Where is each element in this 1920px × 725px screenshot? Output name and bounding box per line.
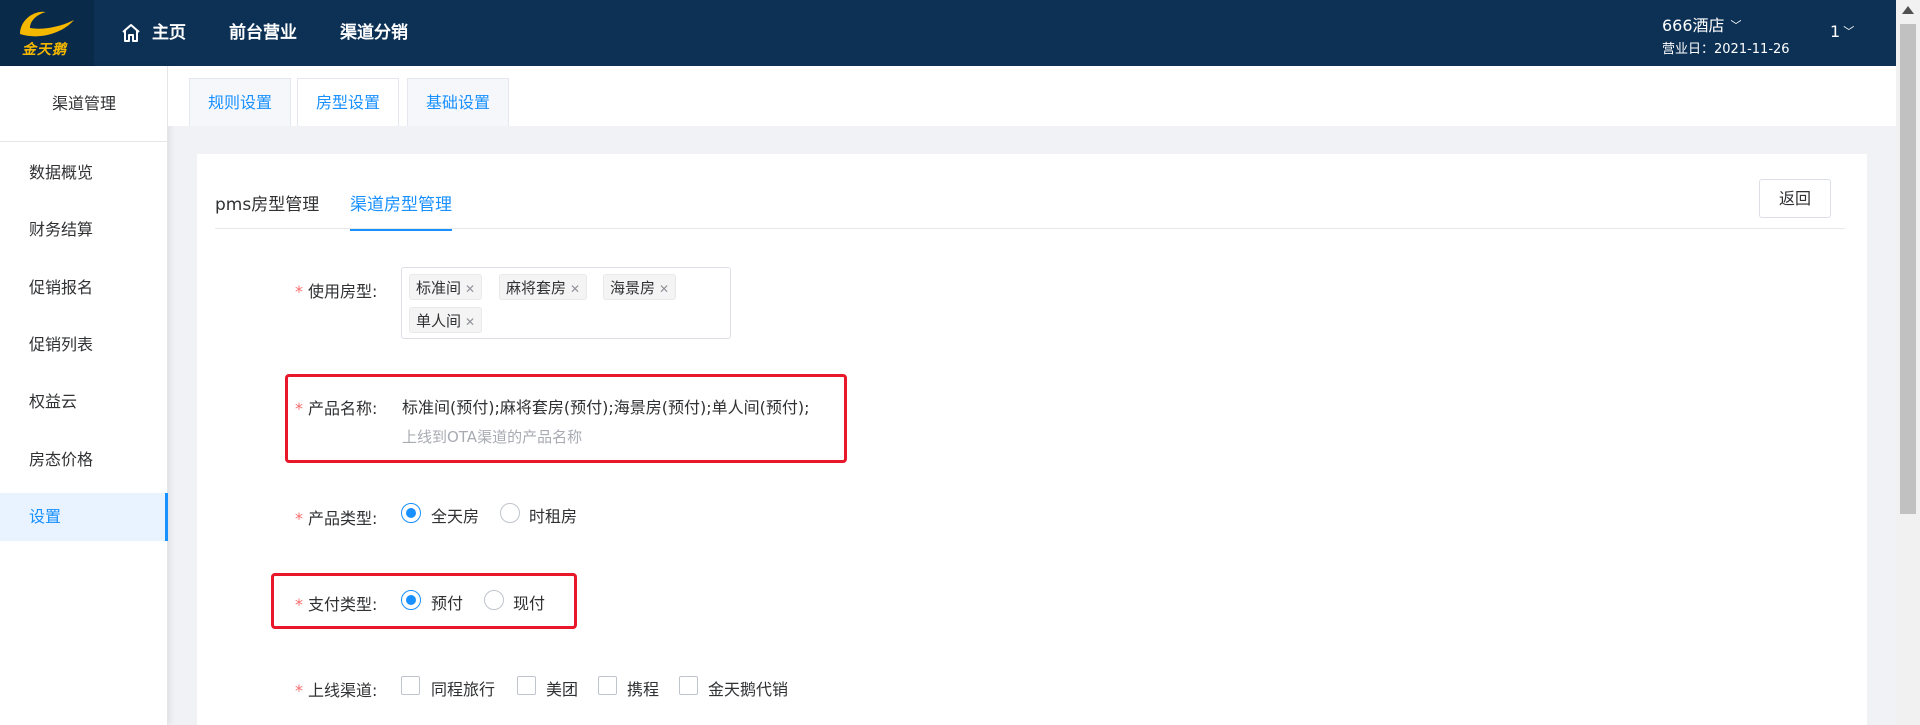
nav-home-label: 主页 [152,23,186,43]
required-asterisk: * [295,399,303,418]
room-type-tag: 麻将套房 ✕ [499,274,588,300]
checkbox-jintiane-resale[interactable] [679,676,698,695]
hotel-name: 666酒店 [1662,16,1725,35]
radio-prepay-label[interactable]: 预付 [431,590,463,614]
tab-room-type-settings[interactable]: 房型设置 [297,78,400,126]
back-button[interactable]: 返回 [1759,179,1831,218]
chevron-down-icon: ﹀ [1730,19,1742,32]
swan-logo-icon [20,11,74,37]
nav-front-desk[interactable]: 前台营业 [229,0,297,66]
channels-label: * 上线渠道: [295,677,377,701]
checkbox-meituan[interactable] [517,676,536,695]
sub-tabs: pms房型管理 渠道房型管理 [215,154,1845,231]
payment-type-label-text: 支付类型: [308,595,378,614]
checkbox-ctrip-label[interactable]: 携程 [627,676,659,700]
sidebar-item-rights-cloud[interactable]: 权益云 [0,378,168,426]
radio-hourly[interactable] [500,503,520,523]
radio-hourly-label[interactable]: 时租房 [529,503,577,527]
sidebar-item-settings[interactable]: 设置 [0,493,168,541]
room-type-tag: 海景房 ✕ [603,274,677,300]
close-icon[interactable]: ✕ [465,315,475,329]
scroll-up-arrow-icon[interactable] [1902,6,1914,14]
room-types-select[interactable]: 标准间 ✕ 麻将套房 ✕ 海景房 ✕ 单人间 ✕ [401,267,731,339]
tag-label: 标准间 [416,279,462,297]
radio-pay-at-hotel-label[interactable]: 现付 [513,590,545,614]
tab-basic-settings[interactable]: 基础设置 [407,78,510,126]
checkbox-tongcheng[interactable] [401,676,420,695]
nav-home[interactable]: 主页 [120,0,186,66]
product-name-value: 标准间(预付);麻将套房(预付);海景房(预付);单人间(预付); [402,398,810,417]
scroll-thumb[interactable] [1900,24,1916,514]
tag-label: 单人间 [416,312,462,330]
tag-label: 海景房 [610,279,656,297]
logo-text: 金天鹅 [22,42,67,58]
sidebar-item-room-price[interactable]: 房态价格 [0,436,168,484]
close-icon[interactable]: ✕ [570,282,580,296]
product-type-label: * 产品类型: [295,505,377,529]
required-asterisk: * [295,595,303,614]
sidebar-title: 渠道管理 [0,66,168,142]
room-types-label-text: 使用房型: [308,282,378,301]
tag-label: 麻将套房 [506,279,567,297]
sidebar-item-promo-signup[interactable]: 促销报名 [0,264,168,312]
required-asterisk: * [295,681,303,700]
sidebar: 渠道管理 数据概览 财务结算 促销报名 促销列表 权益云 房态价格 设置 [0,66,168,725]
nav-channel-distribution[interactable]: 渠道分销 [340,0,408,66]
radio-prepay[interactable] [401,590,421,610]
sidebar-item-data-overview[interactable]: 数据概览 [0,149,168,197]
hotel-switcher[interactable]: 666酒店 ﹀ [1662,12,1742,36]
checkbox-tongcheng-label[interactable]: 同程旅行 [431,676,495,700]
sidebar-item-promo-list[interactable]: 促销列表 [0,321,168,369]
radio-full-day-label[interactable]: 全天房 [431,503,479,527]
user-menu[interactable]: 1 ﹀ [1830,22,1854,41]
radio-pay-at-hotel[interactable] [484,590,504,610]
chevron-down-icon: ﹀ [1843,25,1855,38]
tab-pms-room-types[interactable]: pms房型管理 [215,190,319,229]
sidebar-item-finance[interactable]: 财务结算 [0,206,168,254]
checkbox-jintiane-resale-label[interactable]: 金天鹅代销 [708,676,788,700]
close-icon[interactable]: ✕ [659,282,669,296]
room-type-tag: 单人间 ✕ [409,307,483,333]
room-type-tag: 标准间 ✕ [409,274,483,300]
radio-full-day[interactable] [401,503,421,523]
top-header: 金天鹅 主页 前台营业 渠道分销 666酒店 ﹀ 营业日：2021-11-26 1… [0,0,1920,66]
required-asterisk: * [295,282,303,301]
product-type-label-text: 产品类型: [308,509,378,528]
channels-label-text: 上线渠道: [308,681,378,700]
checkbox-ctrip[interactable] [598,676,617,695]
product-name-label: * 产品名称: [295,395,377,419]
close-icon[interactable]: ✕ [465,282,475,296]
tab-channel-room-types[interactable]: 渠道房型管理 [350,190,452,231]
checkbox-meituan-label[interactable]: 美团 [546,676,578,700]
user-name: 1 [1830,22,1841,41]
tab-rule-settings[interactable]: 规则设置 [189,78,292,126]
settings-tabs: 规则设置 房型设置 基础设置 [168,66,1896,126]
home-icon [122,24,140,42]
page-scrollbar[interactable] [1896,0,1920,725]
product-name-hint: 上线到OTA渠道的产品名称 [402,428,583,446]
required-asterisk: * [295,509,303,528]
logo[interactable]: 金天鹅 [0,0,94,66]
room-types-label: * 使用房型: [295,278,377,302]
content-card: pms房型管理 渠道房型管理 返回 * 使用房型: 标准间 ✕ 麻将套房 ✕ 海景房 ✕… [197,154,1867,725]
product-name-label-text: 产品名称: [308,399,378,418]
payment-type-label: * 支付类型: [295,591,377,615]
business-date: 营业日：2021-11-26 [1662,42,1790,57]
